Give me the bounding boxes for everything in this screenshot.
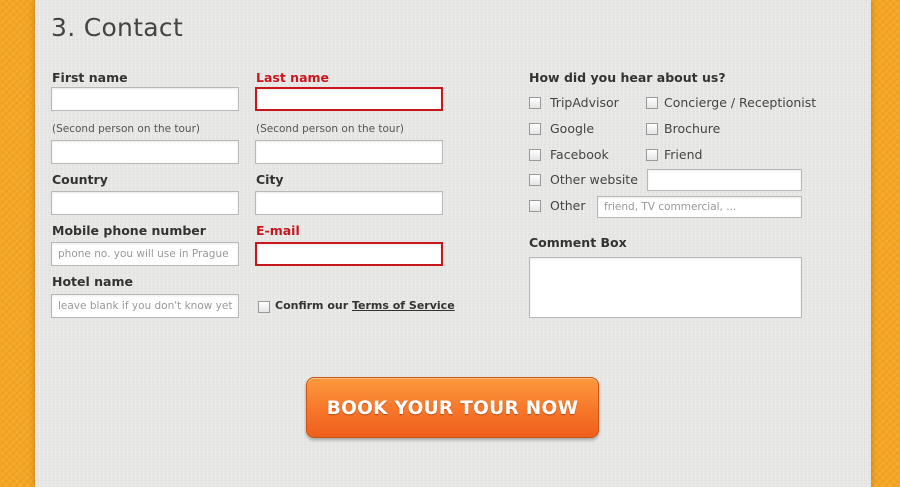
confirm-prefix: Confirm our: [275, 299, 352, 312]
other-label: Other: [550, 198, 586, 213]
city-input[interactable]: [255, 191, 443, 215]
hotel-input[interactable]: leave blank if you don't know yet: [51, 294, 239, 318]
last-name-second-person-note: (Second person on the tour): [256, 123, 404, 135]
friend-label: Friend: [664, 147, 703, 162]
other-input[interactable]: friend, TV commercial, ...: [597, 196, 802, 218]
brochure-checkbox[interactable]: [646, 123, 658, 135]
email-label: E-mail: [256, 223, 300, 238]
other-website-input[interactable]: [647, 169, 802, 191]
section-title: 3. Contact: [51, 13, 184, 42]
google-label: Google: [550, 121, 595, 136]
concierge-label: Concierge / Receptionist: [664, 95, 817, 110]
terms-link[interactable]: Terms of Service: [352, 299, 455, 312]
form-panel: 3. Contact First name (Second person on …: [35, 0, 871, 487]
country-input[interactable]: [51, 191, 239, 215]
city-label: City: [256, 172, 284, 187]
terms-checkbox[interactable]: [258, 301, 270, 313]
email-input[interactable]: [255, 242, 443, 266]
google-checkbox[interactable]: [529, 123, 541, 135]
mobile-input[interactable]: phone no. you will use in Prague: [51, 242, 239, 266]
last-name-input[interactable]: [255, 87, 443, 111]
confirm-terms-text: Confirm our Terms of Service: [275, 299, 455, 312]
last-name-label: Last name: [256, 70, 330, 85]
comment-label: Comment Box: [529, 235, 627, 250]
concierge-checkbox[interactable]: [646, 97, 658, 109]
last-name-second-input[interactable]: [255, 140, 443, 164]
first-name-second-input[interactable]: [51, 140, 239, 164]
facebook-checkbox[interactable]: [529, 149, 541, 161]
book-tour-button[interactable]: BOOK YOUR TOUR NOW: [306, 377, 599, 438]
brochure-label: Brochure: [664, 121, 721, 136]
facebook-label: Facebook: [550, 147, 609, 162]
comment-textarea[interactable]: [529, 257, 802, 318]
first-name-second-person-note: (Second person on the tour): [52, 123, 200, 135]
first-name-label: First name: [52, 70, 128, 85]
tripadvisor-checkbox[interactable]: [529, 97, 541, 109]
country-label: Country: [52, 172, 108, 187]
tripadvisor-label: TripAdvisor: [550, 95, 619, 110]
hotel-label: Hotel name: [52, 274, 133, 289]
friend-checkbox[interactable]: [646, 149, 658, 161]
mobile-label: Mobile phone number: [52, 223, 206, 238]
other-checkbox[interactable]: [529, 200, 541, 212]
other-website-checkbox[interactable]: [529, 174, 541, 186]
other-website-label: Other website: [550, 172, 638, 187]
hear-heading: How did you hear about us?: [529, 70, 726, 85]
first-name-input[interactable]: [51, 87, 239, 111]
